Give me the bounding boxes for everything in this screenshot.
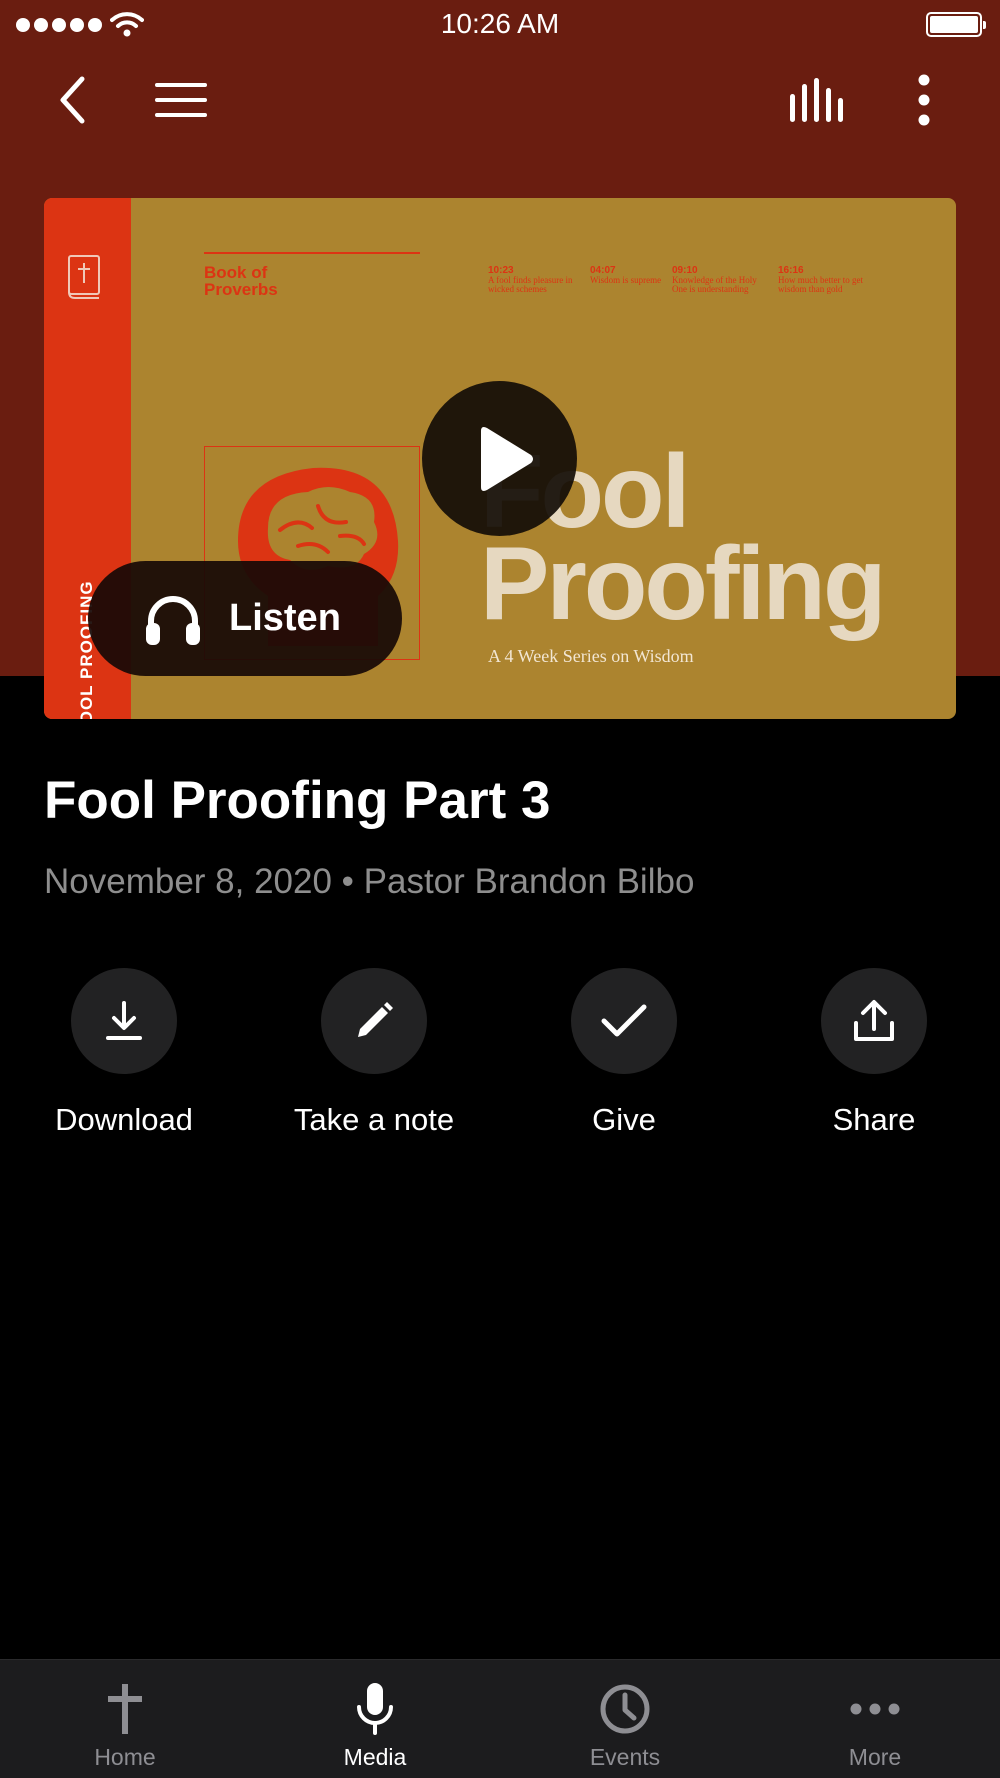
microphone-icon — [357, 1683, 393, 1735]
bible-icon — [68, 255, 100, 299]
play-button[interactable] — [422, 381, 577, 536]
play-icon — [480, 426, 533, 491]
give-circle[interactable] — [571, 968, 677, 1074]
artwork-verse: 09:10 Knowledge of the Holy One is unders… — [672, 265, 757, 294]
hamburger-menu-icon — [155, 83, 207, 117]
more-options-button[interactable] — [904, 68, 944, 132]
checkmark-icon — [601, 1004, 647, 1037]
listen-button[interactable]: Listen — [88, 561, 402, 676]
tab-home[interactable]: Home — [0, 1660, 250, 1778]
tab-bar: Home Media Events More — [0, 1659, 1000, 1778]
download-circle[interactable] — [71, 968, 177, 1074]
give-label: Give — [592, 1102, 656, 1137]
share-circle[interactable] — [821, 968, 927, 1074]
share-button[interactable]: Share — [774, 968, 974, 1138]
tab-home-label: Home — [94, 1744, 156, 1770]
sermon-detail-screen: 10:26 AM FOOL PROOFING Book of Proverbs … — [0, 0, 1000, 1778]
artwork-verse: 16:16 How much better to get wisdom than … — [778, 265, 863, 294]
headphones-icon — [146, 595, 200, 645]
sermon-title: Fool Proofing Part 3 — [44, 771, 551, 830]
tab-media[interactable]: Media — [250, 1660, 500, 1778]
artwork-verse: 04:07 Wisdom is supreme — [590, 265, 662, 285]
pencil-icon — [358, 1002, 393, 1037]
listen-label: Listen — [229, 597, 341, 639]
take-note-button[interactable]: Take a note — [274, 968, 474, 1138]
tab-media-label: Media — [343, 1744, 407, 1770]
share-icon — [854, 1000, 894, 1041]
horizontal-ellipsis-icon — [850, 1703, 900, 1715]
chevron-left-icon — [60, 76, 85, 124]
sermon-meta: November 8, 2020 • Pastor Brandon Bilbo — [44, 862, 695, 901]
take-note-label: Take a note — [293, 1102, 455, 1137]
menu-button[interactable] — [152, 68, 210, 132]
artwork-divider — [204, 252, 420, 254]
artwork-subtitle: A 4 Week Series on Wisdom — [488, 646, 694, 666]
share-label: Share — [832, 1102, 916, 1137]
clock-icon — [600, 1684, 650, 1734]
status-time: 10:26 AM — [440, 8, 560, 39]
audio-button[interactable] — [786, 68, 848, 132]
back-button[interactable] — [48, 68, 96, 132]
tab-events[interactable]: Events — [500, 1660, 750, 1778]
download-label: Download — [55, 1102, 193, 1137]
cross-icon — [108, 1684, 142, 1734]
artwork-book-label: Book of Proverbs — [204, 263, 278, 299]
download-icon — [106, 1001, 142, 1040]
audio-bars-icon — [790, 78, 843, 122]
vertical-ellipsis-icon — [918, 74, 930, 126]
status-bar: 10:26 AM — [0, 0, 1000, 50]
take-note-circle[interactable] — [321, 968, 427, 1074]
battery-icon — [926, 12, 986, 37]
download-button[interactable]: Download — [24, 968, 224, 1138]
tab-events-label: Events — [589, 1744, 661, 1770]
artwork-verse: 10:23 A fool finds pleasure in wicked sch… — [488, 265, 573, 294]
tab-more[interactable]: More — [750, 1660, 1000, 1778]
give-button[interactable]: Give — [524, 968, 724, 1138]
tab-more-label: More — [848, 1744, 902, 1770]
